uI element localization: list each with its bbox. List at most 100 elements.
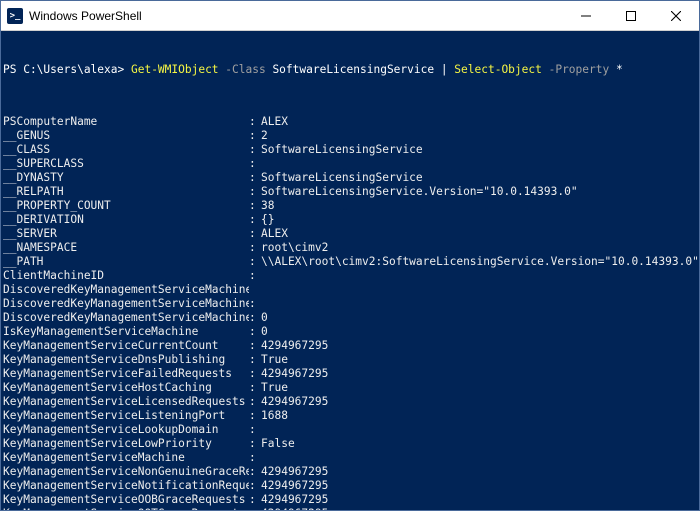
powershell-icon: >_ [7,8,23,24]
output-row: __DERIVATION: {} [3,213,695,227]
minimize-button[interactable] [563,1,608,30]
property-name: KeyManagementServiceLowPriority [3,437,249,451]
output-row: KeyManagementServiceCurrentCount: 429496… [3,339,695,353]
output-row: ClientMachineID: [3,269,695,283]
separator: : [249,367,261,381]
property-name: __PROPERTY_COUNT [3,199,249,213]
arg-property: * [616,63,623,76]
output-row: KeyManagementServiceFailedRequests: 4294… [3,367,695,381]
property-value: root\cimv2 [261,241,695,255]
close-button[interactable] [653,1,699,30]
property-value [261,451,695,465]
property-value [261,297,695,311]
property-name: DiscoveredKeyManagementServiceMachinePor… [3,311,249,325]
terminal-area[interactable]: PS C:\Users\alexa> Get-WMIObject -Class … [1,31,699,510]
property-name: __GENUS [3,129,249,143]
property-value: \\ALEX\root\cimv2:SoftwareLicensingServi… [261,255,699,269]
property-value: 4294967295 [261,367,695,381]
separator: : [249,311,261,325]
separator: : [249,479,261,493]
output-row: __PATH: \\ALEX\root\cimv2:SoftwareLicens… [3,255,695,269]
property-value: 38 [261,199,695,213]
output-row: KeyManagementServiceDnsPublishing: True [3,353,695,367]
property-name: __CLASS [3,143,249,157]
separator: : [249,395,261,409]
output-row: KeyManagementServiceMachine: [3,451,695,465]
output-row: __CLASS: SoftwareLicensingService [3,143,695,157]
property-value: 4294967295 [261,339,695,353]
output-row: __SUPERCLASS: [3,157,695,171]
property-name: KeyManagementServiceFailedRequests [3,367,249,381]
property-name: KeyManagementServiceNotificationRequests [3,479,249,493]
output-row: KeyManagementServiceNonGenuineGraceReque… [3,465,695,479]
property-value: False [261,437,695,451]
flag-property: -Property [542,63,616,76]
output-row: DiscoveredKeyManagementServiceMachineNam… [3,297,695,311]
separator: : [249,297,261,311]
property-value: SoftwareLicensingService [261,171,695,185]
property-value: 0 [261,311,695,325]
output-row: KeyManagementServiceLowPriority: False [3,437,695,451]
separator: : [249,171,261,185]
separator: : [249,493,261,507]
property-name: IsKeyManagementServiceMachine [3,325,249,339]
property-value [261,269,695,283]
property-value: True [261,381,695,395]
property-name: KeyManagementServiceCurrentCount [3,339,249,353]
property-name: DiscoveredKeyManagementServiceMachineIpA… [3,283,249,297]
arg-class: SoftwareLicensingService | [272,63,454,76]
output-row: KeyManagementServiceLicensedRequests: 42… [3,395,695,409]
separator: : [249,241,261,255]
property-name: __SERVER [3,227,249,241]
output-row: KeyManagementServiceListeningPort: 1688 [3,409,695,423]
output-row: __DYNASTY: SoftwareLicensingService [3,171,695,185]
separator: : [249,199,261,213]
separator: : [249,143,261,157]
property-value: True [261,353,695,367]
property-name: KeyManagementServiceMachine [3,451,249,465]
property-name: KeyManagementServiceLookupDomain [3,423,249,437]
powershell-window: >_ Windows PowerShell PS C:\Users\alexa>… [0,0,700,511]
separator: : [249,227,261,241]
property-value: ALEX [261,227,695,241]
property-value: SoftwareLicensingService.Version="10.0.1… [261,185,695,199]
separator: : [249,269,261,283]
property-name: __DYNASTY [3,171,249,185]
prompt-prefix: PS C:\Users\alexa> [3,63,131,76]
property-name: KeyManagementServiceOOTGraceRequests [3,507,249,510]
output-row: PSComputerName: ALEX [3,115,695,129]
property-name: KeyManagementServiceHostCaching [3,381,249,395]
property-name: ClientMachineID [3,269,249,283]
property-name: KeyManagementServiceLicensedRequests [3,395,249,409]
output-row: KeyManagementServiceNotificationRequests… [3,479,695,493]
property-value: SoftwareLicensingService [261,143,695,157]
property-name: KeyManagementServiceNonGenuineGraceReque… [3,465,249,479]
property-value: 2 [261,129,695,143]
property-value: 4294967295 [261,395,695,409]
output-row: __SERVER: ALEX [3,227,695,241]
separator: : [249,507,261,510]
titlebar[interactable]: >_ Windows PowerShell [1,1,699,31]
property-name: __SUPERCLASS [3,157,249,171]
property-value: 0 [261,325,695,339]
separator: : [249,255,261,269]
title-left: >_ Windows PowerShell [1,8,563,24]
property-value: 4294967295 [261,493,695,507]
separator: : [249,157,261,171]
output-row: IsKeyManagementServiceMachine: 0 [3,325,695,339]
prompt-line: PS C:\Users\alexa> Get-WMIObject -Class … [3,63,695,77]
separator: : [249,115,261,129]
output-row: __GENUS: 2 [3,129,695,143]
property-value: {} [261,213,695,227]
separator: : [249,465,261,479]
separator: : [249,437,261,451]
output-row: KeyManagementServiceHostCaching: True [3,381,695,395]
output-row: KeyManagementServiceLookupDomain: [3,423,695,437]
output-row: __NAMESPACE: root\cimv2 [3,241,695,255]
maximize-button[interactable] [608,1,653,30]
output-row: __PROPERTY_COUNT: 38 [3,199,695,213]
output-rows: PSComputerName: ALEX__GENUS: 2__CLASS: S… [3,115,695,510]
cmdlet-select-object: Select-Object [454,63,542,76]
flag-class: -Class [219,63,273,76]
separator: : [249,409,261,423]
